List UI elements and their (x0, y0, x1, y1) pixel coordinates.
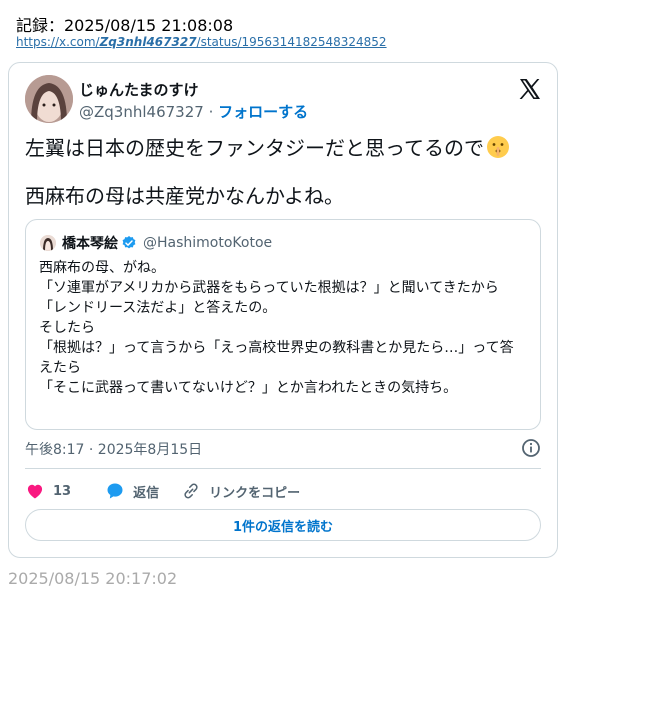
handle-separator: · (203, 103, 219, 121)
avatar[interactable] (25, 75, 73, 123)
quote-avatar[interactable] (40, 235, 56, 251)
quote-display-name[interactable]: 橋本琴絵 (62, 233, 118, 253)
reply-bubble-icon (107, 483, 123, 499)
tweet-timestamp[interactable]: 午後8:17 · 2025年8月15日 (25, 439, 202, 459)
quote-handle[interactable]: @HashimotoKotoe (143, 235, 272, 251)
quote-line: 「根拠は？」って言うから「えっ高校世界史の教科書とか見たら…」って答えたら (39, 340, 514, 376)
tweet-text: 左翼は日本の歴史をファンタジーだと思ってるので 西麻布の母は共産党かなんかよね。 (25, 135, 535, 208)
follow-button[interactable]: フォローする (218, 103, 308, 121)
action-bar: 13 返信 リンクをコピー (25, 479, 320, 503)
copy-link-button[interactable]: リンクをコピー (181, 481, 300, 501)
capture-time: 2025/08/15 20:17:02 (8, 569, 178, 588)
quoted-tweet[interactable]: 橋本琴絵 @HashimotoKotoe 西麻布の母、がね。 「ソ連軍がアメリカ… (25, 219, 541, 430)
quote-line: そしたら (39, 320, 95, 336)
like-count: 13 (53, 483, 72, 499)
quote-line: 「レンドリース法だよ」と答えたの。 (39, 300, 277, 316)
source-link-user: Zq3nhl467327 (99, 35, 197, 49)
heart-icon (27, 484, 43, 499)
copy-link-label: リンクをコピー (209, 485, 301, 501)
link-icon (184, 483, 198, 499)
quote-text: 西麻布の母、がね。 「ソ連軍がアメリカから武器をもらっていた根拠は？」と聞いてき… (39, 258, 523, 398)
tweet-card: じゅんたまのすけ @Zq3nhl467327 · フォローする 左翼は日本の歴史… (8, 62, 558, 558)
tweet-line-2: 西麻布の母は共産党かなんかよね。 (25, 184, 344, 208)
info-icon[interactable] (521, 438, 541, 458)
quote-header: 橋本琴絵 @HashimotoKotoe (40, 233, 272, 253)
shushing-face-icon (487, 136, 509, 158)
record-timestamp: 記録：2025/08/15 21:08:08 (16, 16, 234, 35)
x-logo-icon[interactable] (517, 77, 541, 101)
source-link-suffix: /status/1956314182548324852 (196, 35, 387, 49)
quote-line: 「ソ連軍がアメリカから武器をもらっていた根拠は？」と聞いてきたから (39, 280, 499, 296)
reply-button[interactable]: 返信 (105, 481, 159, 501)
handle[interactable]: @Zq3nhl467327 (79, 103, 204, 121)
quote-line: 西麻布の母、がね。 (39, 260, 165, 276)
handle-row: @Zq3nhl467327 · フォローする (79, 101, 308, 122)
quote-line: 「そこに武器って書いてないけど？」とか言われたときの気持ち。 (39, 380, 458, 396)
like-button[interactable]: 13 (25, 481, 71, 501)
tweet-line-1: 左翼は日本の歴史をファンタジーだと思ってるので (25, 136, 484, 160)
source-link-prefix: https://x.com/ (16, 35, 100, 49)
verified-badge-icon (122, 236, 136, 249)
divider (25, 468, 541, 469)
source-link[interactable]: https://x.com/Zq3nhl467327/status/195631… (16, 35, 387, 49)
reply-label: 返信 (133, 485, 160, 501)
read-replies-button[interactable]: 1件の返信を読む (25, 509, 541, 541)
display-name[interactable]: じゅんたまのすけ (79, 79, 199, 100)
